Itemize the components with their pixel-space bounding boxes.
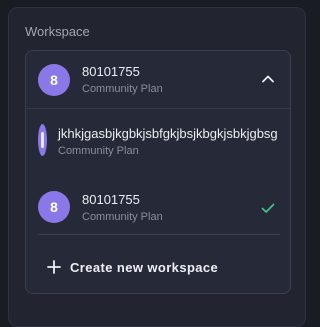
workspace-name: 80101755 — [82, 64, 140, 79]
workspace-plan: Community Plan — [82, 83, 163, 95]
workspace-dropdown: 8 80101755 Community Plan jkhkjgasbjkgbk… — [25, 50, 291, 294]
avatar — [38, 124, 47, 156]
workspace-name: 80101755 — [82, 192, 140, 207]
create-workspace-label: Create new workspace — [70, 259, 219, 275]
checkmark-icon — [261, 203, 275, 213]
chevron-up-icon[interactable] — [260, 71, 276, 87]
list-item[interactable]: 8 80101755 Community Plan — [26, 175, 290, 231]
workspace-name: jkhkjgasbjkgbkjsbfgkjbsjkbgkjsbkjgbsg — [58, 126, 278, 141]
divider — [38, 234, 280, 235]
workspace-section-label: Workspace — [25, 24, 90, 39]
workspace-panel: Workspace 8 80101755 Community Plan jkhk… — [8, 7, 306, 327]
list-item[interactable]: jkhkjgasbjkgbkjsbfgkjbsjkbgkjsbkjgbsg Co… — [26, 111, 290, 167]
create-workspace-button[interactable]: Create new workspace — [34, 251, 284, 283]
workspace-plan: Community Plan — [58, 145, 139, 157]
plus-icon — [47, 260, 61, 274]
workspace-selector[interactable]: 8 80101755 Community Plan — [26, 51, 290, 109]
avatar: 8 — [38, 191, 70, 223]
avatar: 8 — [38, 64, 70, 96]
workspace-plan: Community Plan — [82, 211, 163, 223]
